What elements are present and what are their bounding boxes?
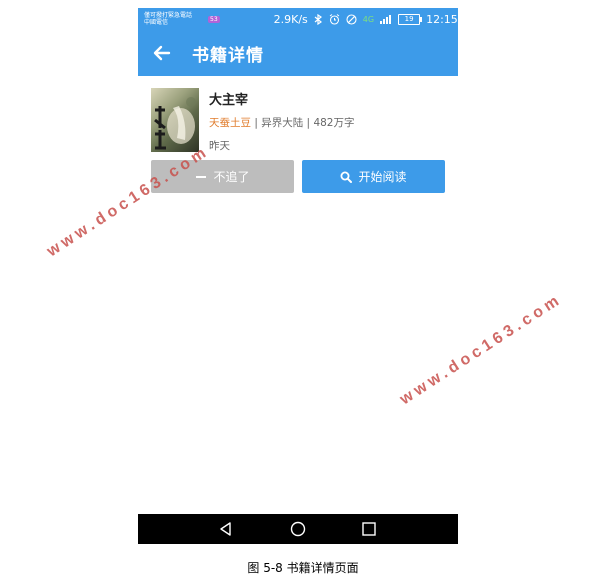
book-cover-art — [154, 97, 196, 150]
home-circle-icon[interactable] — [290, 521, 306, 537]
clock: 12:15 — [426, 12, 458, 26]
book-category: 异界大陆 — [261, 117, 304, 129]
minus-icon — [196, 175, 207, 178]
battery-level: 19 — [404, 14, 414, 23]
toolbar: 书籍详情 — [138, 30, 458, 76]
meta-separator: | — [303, 117, 314, 129]
navigation-bar — [138, 514, 458, 544]
status-bar: 僅可撥打緊急電話 中國電信 53 2.9K/s 4G 19 12:15 — [138, 8, 458, 30]
book-author[interactable]: 天蚕土豆 — [209, 117, 251, 129]
status-icons: 4G 19 — [314, 13, 423, 25]
book-title: 大主宰 — [209, 93, 249, 108]
sim-badge: 53 — [208, 15, 220, 23]
carrier-line-2: 中國電信 — [144, 19, 169, 26]
recents-square-icon[interactable] — [361, 521, 377, 537]
alarm-icon — [329, 13, 340, 25]
no-disturb-icon — [346, 13, 357, 25]
book-cover[interactable] — [151, 88, 199, 152]
page-title: 书籍详情 — [192, 45, 264, 66]
bluetooth-icon — [314, 13, 322, 25]
carrier-info: 僅可撥打緊急電話 中國電信 — [144, 12, 206, 26]
start-reading-button[interactable]: 开始阅读 — [302, 160, 445, 193]
meta-separator: | — [251, 117, 262, 129]
carrier-line-1: 僅可撥打緊急電話 — [144, 12, 193, 19]
search-icon — [340, 171, 353, 183]
back-arrow-icon[interactable] — [152, 43, 172, 63]
network-speed: 2.9K/s — [273, 12, 308, 26]
back-triangle-icon[interactable] — [218, 521, 234, 537]
book-updated-time: 昨天 — [209, 140, 230, 152]
unfollow-button-label: 不追了 — [213, 170, 250, 184]
book-word-count: 482万字 — [313, 117, 355, 129]
book-meta: 天蚕土豆 | 异界大陆 | 482万字 — [209, 115, 354, 130]
network-type: 4G — [362, 14, 375, 24]
signal-icon — [380, 14, 392, 24]
phone-screen: 僅可撥打緊急電話 中國電信 53 2.9K/s 4G 19 12:15 书籍详情 — [138, 8, 458, 544]
book-info: 大主宰 天蚕土豆 | 异界大陆 | 482万字 昨天 — [151, 88, 451, 152]
battery-icon: 19 — [398, 13, 423, 25]
start-reading-button-label: 开始阅读 — [358, 170, 407, 184]
figure-caption: 图 5-8 书籍详情页面 — [247, 561, 359, 575]
